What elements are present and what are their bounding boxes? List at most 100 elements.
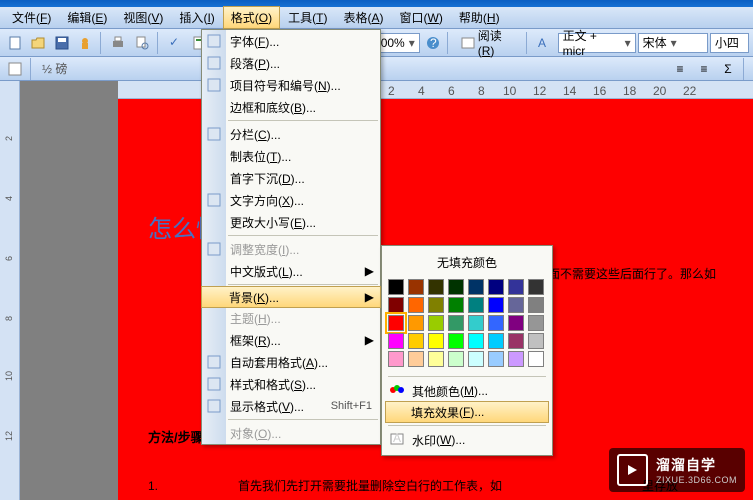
- open-button[interactable]: [27, 32, 48, 54]
- read-mode-button[interactable]: 阅读(R): [455, 32, 522, 54]
- color-swatch[interactable]: [388, 333, 404, 349]
- svg-text:✓: ✓: [169, 35, 179, 49]
- color-swatch[interactable]: [448, 279, 464, 295]
- no-fill-option[interactable]: 无填充颜色: [386, 250, 548, 277]
- color-swatch[interactable]: [488, 297, 504, 313]
- color-swatch[interactable]: [508, 297, 524, 313]
- help-button[interactable]: ?: [422, 32, 443, 54]
- print-button[interactable]: [108, 32, 129, 54]
- spelling-button[interactable]: ✓: [164, 32, 185, 54]
- color-swatch[interactable]: [508, 333, 524, 349]
- menu-format[interactable]: 格式(O): [223, 6, 280, 29]
- menu-item-框架[interactable]: 框架(R)...▶: [202, 329, 380, 351]
- color-swatch[interactable]: [408, 279, 424, 295]
- more-colors-item[interactable]: 其他颜色(M)...: [386, 380, 548, 402]
- color-swatch[interactable]: [468, 297, 484, 313]
- fill-effects-item[interactable]: 填充效果(F)...: [385, 401, 549, 423]
- color-swatch[interactable]: [448, 315, 464, 331]
- color-swatch[interactable]: [528, 315, 544, 331]
- color-swatch[interactable]: [388, 315, 404, 331]
- menu-item-autoformat-icon[interactable]: 自动套用格式(A)...: [202, 351, 380, 373]
- svg-text:A: A: [538, 36, 546, 50]
- svg-text:?: ?: [430, 36, 437, 50]
- menu-file[interactable]: 文件(F): [4, 6, 59, 29]
- menu-item-font-icon[interactable]: 字体(F)...: [202, 30, 380, 52]
- color-swatch[interactable]: [448, 297, 464, 313]
- save-button[interactable]: [51, 32, 72, 54]
- svg-text:A: A: [393, 432, 401, 445]
- menu-item-更改大小写[interactable]: 更改大小写(E)...: [202, 211, 380, 233]
- new-doc-button[interactable]: [4, 32, 25, 54]
- menu-item-背景[interactable]: 背景(K)...▶: [201, 286, 381, 308]
- font-size-combo[interactable]: 小四: [710, 33, 749, 53]
- menu-item-bullets-icon[interactable]: 项目符号和编号(N)...: [202, 74, 380, 96]
- color-swatch[interactable]: [428, 333, 444, 349]
- style-combo[interactable]: 正文 + micr▾: [558, 33, 636, 53]
- watermark-item[interactable]: A 水印(W)...: [386, 429, 548, 451]
- color-swatch[interactable]: [408, 315, 424, 331]
- menu-window[interactable]: 窗口(W): [392, 6, 451, 29]
- color-swatch[interactable]: [528, 333, 544, 349]
- menu-insert[interactable]: 插入(I): [171, 6, 222, 29]
- color-swatch[interactable]: [488, 315, 504, 331]
- color-swatch[interactable]: [488, 351, 504, 367]
- color-swatch[interactable]: [428, 351, 444, 367]
- color-swatch[interactable]: [508, 315, 524, 331]
- menu-item-styles-icon[interactable]: 样式和格式(S)...: [202, 373, 380, 395]
- font-combo[interactable]: 宋体▾: [638, 33, 708, 53]
- color-swatch[interactable]: [448, 351, 464, 367]
- color-swatch[interactable]: [388, 351, 404, 367]
- color-swatch[interactable]: [468, 351, 484, 367]
- menu-help[interactable]: 帮助(H): [451, 6, 508, 29]
- color-swatch[interactable]: [488, 333, 504, 349]
- permissions-button[interactable]: [74, 32, 95, 54]
- autoformat-icon: [205, 353, 223, 371]
- vertical-ruler[interactable]: 2 4 6 8 10 12: [0, 81, 20, 500]
- menu-item-首字下沉[interactable]: 首字下沉(D)...: [202, 167, 380, 189]
- menu-bar: 文件(F) 编辑(E) 视图(V) 插入(I) 格式(O) 工具(T) 表格(A…: [0, 7, 753, 29]
- autosum-button[interactable]: Σ: [717, 58, 739, 80]
- menu-item-paragraph-icon[interactable]: 段落(P)...: [202, 52, 380, 74]
- menu-item-主题: 主题(H)...: [202, 307, 380, 329]
- color-swatch[interactable]: [408, 297, 424, 313]
- color-swatch[interactable]: [388, 297, 404, 313]
- color-swatch[interactable]: [428, 279, 444, 295]
- color-swatch[interactable]: [468, 279, 484, 295]
- menu-item-columns-icon[interactable]: 分栏(C)...: [202, 123, 380, 145]
- color-swatch[interactable]: [528, 279, 544, 295]
- menu-item-中文版式[interactable]: 中文版式(L)...▶: [202, 260, 380, 282]
- menu-item-reveal-format-icon[interactable]: 显示格式(V)...Shift+F1: [202, 395, 380, 417]
- align-left-button[interactable]: ≡: [669, 58, 691, 80]
- navigation-panel: [20, 81, 118, 500]
- color-swatch[interactable]: [468, 333, 484, 349]
- print-preview-button[interactable]: [131, 32, 152, 54]
- menu-tools[interactable]: 工具(T): [280, 6, 335, 29]
- color-swatch[interactable]: [408, 351, 424, 367]
- color-swatch[interactable]: [428, 297, 444, 313]
- color-swatch[interactable]: [528, 351, 544, 367]
- menu-item-制表位[interactable]: 制表位(T)...: [202, 145, 380, 167]
- video-watermark: 溜溜自学 ZIXUE.3D66.COM: [609, 448, 745, 492]
- color-swatch[interactable]: [508, 279, 524, 295]
- color-swatch[interactable]: [408, 333, 424, 349]
- menu-table[interactable]: 表格(A): [336, 6, 392, 29]
- color-swatch[interactable]: [428, 315, 444, 331]
- color-swatch[interactable]: [508, 351, 524, 367]
- menu-item-text-direction-icon[interactable]: 文字方向(X)...: [202, 189, 380, 211]
- color-swatch[interactable]: [468, 315, 484, 331]
- watermark-icon: A: [389, 432, 407, 448]
- columns-icon: [205, 125, 223, 143]
- fit-width-icon: [205, 240, 223, 258]
- color-swatch[interactable]: [528, 297, 544, 313]
- color-swatch[interactable]: [488, 279, 504, 295]
- menu-edit[interactable]: 编辑(E): [59, 6, 115, 29]
- color-swatch[interactable]: [388, 279, 404, 295]
- color-wheel-icon: [389, 383, 407, 399]
- align-center-button[interactable]: ≡: [693, 58, 715, 80]
- menu-item-边框和底纹[interactable]: 边框和底纹(B)...: [202, 96, 380, 118]
- color-swatch[interactable]: [448, 333, 464, 349]
- menu-view[interactable]: 视图(V): [115, 6, 171, 29]
- outline-view-button[interactable]: [4, 58, 26, 80]
- styles-pane-button[interactable]: A: [534, 32, 555, 54]
- menu-item-fit-width-icon: 调整宽度(I)...: [202, 238, 380, 260]
